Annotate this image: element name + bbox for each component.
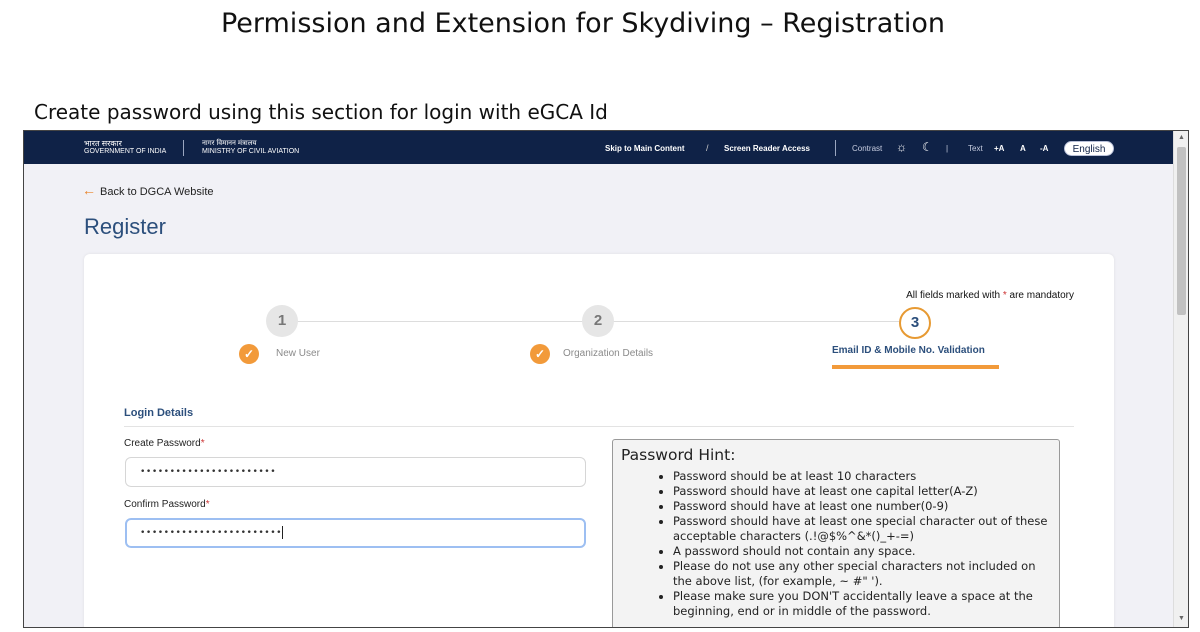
- step-1-number: 1: [266, 305, 298, 337]
- ministry-hindi: नागर विमानन मंत्रालय: [202, 140, 257, 147]
- contrast-label: Contrast: [852, 144, 883, 153]
- divider: [183, 140, 184, 156]
- step-3-label[interactable]: Email ID & Mobile No. Validation: [832, 345, 985, 356]
- step-1-check-icon: ✓: [239, 344, 259, 364]
- bar-separator: |: [946, 144, 949, 153]
- required-star: *: [200, 438, 205, 449]
- mandatory-note: All fields marked with * are mandatory: [906, 290, 1074, 301]
- text-size-label: Text: [968, 144, 983, 153]
- hint-item: Password should have at least one specia…: [673, 514, 1051, 544]
- password-hint-box: Password Hint: Password should be at lea…: [612, 439, 1060, 627]
- text-cursor: [282, 526, 284, 539]
- step-2-label: Organization Details: [563, 348, 654, 359]
- hint-item: A password should not contain any space.: [673, 544, 1051, 559]
- confirm-password-input[interactable]: ••••••••••••••••••••••••: [125, 518, 586, 548]
- scrollbar[interactable]: ▲ ▼: [1173, 131, 1188, 627]
- scroll-up-icon[interactable]: ▲: [1178, 134, 1185, 141]
- link-separator: /: [706, 143, 709, 153]
- confirm-password-value: ••••••••••••••••••••••••: [140, 528, 283, 538]
- scrollbar-thumb[interactable]: [1177, 147, 1186, 315]
- hint-item: Please make sure you DON'T accidentally …: [673, 589, 1051, 619]
- confirm-password-label-text: Confirm Password: [124, 499, 206, 510]
- language-select[interactable]: English: [1064, 141, 1114, 156]
- divider: [835, 140, 836, 156]
- hint-item: Please do not use any other special char…: [673, 559, 1051, 589]
- back-link-label: Back to DGCA Website: [100, 186, 214, 198]
- step-3-number: 3: [899, 307, 931, 339]
- divider: [124, 426, 1074, 427]
- govt-logo[interactable]: भारत सरकार GOVERNMENT OF INDIA: [84, 140, 166, 156]
- ministry-english: MINISTRY OF CIVIL AVIATION: [202, 148, 300, 155]
- step-2-number: 2: [582, 305, 614, 337]
- slide-title: Permission and Extension for Skydiving –…: [0, 8, 1166, 39]
- required-star: *: [205, 499, 210, 510]
- mandatory-note-text-end: are mandatory: [1006, 290, 1075, 301]
- gov-hindi: भारत सरकार: [84, 139, 122, 148]
- text-normal-button[interactable]: A: [1020, 144, 1026, 153]
- arrow-left-icon: ←: [82, 182, 96, 198]
- section-title: Login Details: [124, 407, 194, 419]
- slide-subtitle: Create password using this section for l…: [34, 100, 608, 124]
- hint-item: Password should be at least 10 character…: [673, 469, 1051, 484]
- active-step-indicator: [832, 365, 999, 369]
- moon-icon[interactable]: ☾: [922, 141, 933, 153]
- hint-item: Password should have at least one number…: [673, 499, 1051, 514]
- password-hint-title: Password Hint:: [621, 446, 736, 464]
- registration-card: All fields marked with * are mandatory 1…: [84, 254, 1114, 627]
- confirm-password-label: Confirm Password*: [124, 499, 210, 510]
- create-password-input[interactable]: •••••••••••••••••••••••: [125, 457, 586, 487]
- step-1-label: New User: [276, 348, 320, 359]
- back-link[interactable]: ← Back to DGCA Website: [82, 182, 214, 198]
- sun-icon[interactable]: ☼: [896, 141, 907, 153]
- gov-english: GOVERNMENT OF INDIA: [84, 148, 167, 155]
- hint-item: Password should have at least one capita…: [673, 484, 1051, 499]
- create-password-value: •••••••••••••••••••••••: [140, 467, 277, 477]
- top-bar: भारत सरकार GOVERNMENT OF INDIA नागर विमा…: [24, 131, 1173, 164]
- page-title: Register: [84, 214, 166, 239]
- step-2-check-icon: ✓: [530, 344, 550, 364]
- browser-screenshot: भारत सरकार GOVERNMENT OF INDIA नागर विमा…: [23, 130, 1189, 628]
- password-hint-list: Password should be at least 10 character…: [673, 469, 1051, 619]
- slide-title-main: Permission and Extension for Skydiving: [220, 8, 752, 39]
- mandatory-note-text: All fields marked with: [906, 290, 1003, 301]
- text-decrease-button[interactable]: -A: [1040, 144, 1048, 153]
- slide-title-registration: – Registration: [751, 8, 946, 39]
- screen-reader-link[interactable]: Screen Reader Access: [724, 144, 810, 153]
- scroll-down-icon[interactable]: ▼: [1178, 615, 1185, 622]
- skip-to-main-link[interactable]: Skip to Main Content: [605, 144, 685, 153]
- create-password-label: Create Password*: [124, 438, 205, 449]
- ministry-logo[interactable]: नागर विमानन मंत्रालय MINISTRY OF CIVIL A…: [202, 140, 299, 156]
- create-password-label-text: Create Password: [124, 438, 201, 449]
- text-increase-button[interactable]: +A: [994, 144, 1004, 153]
